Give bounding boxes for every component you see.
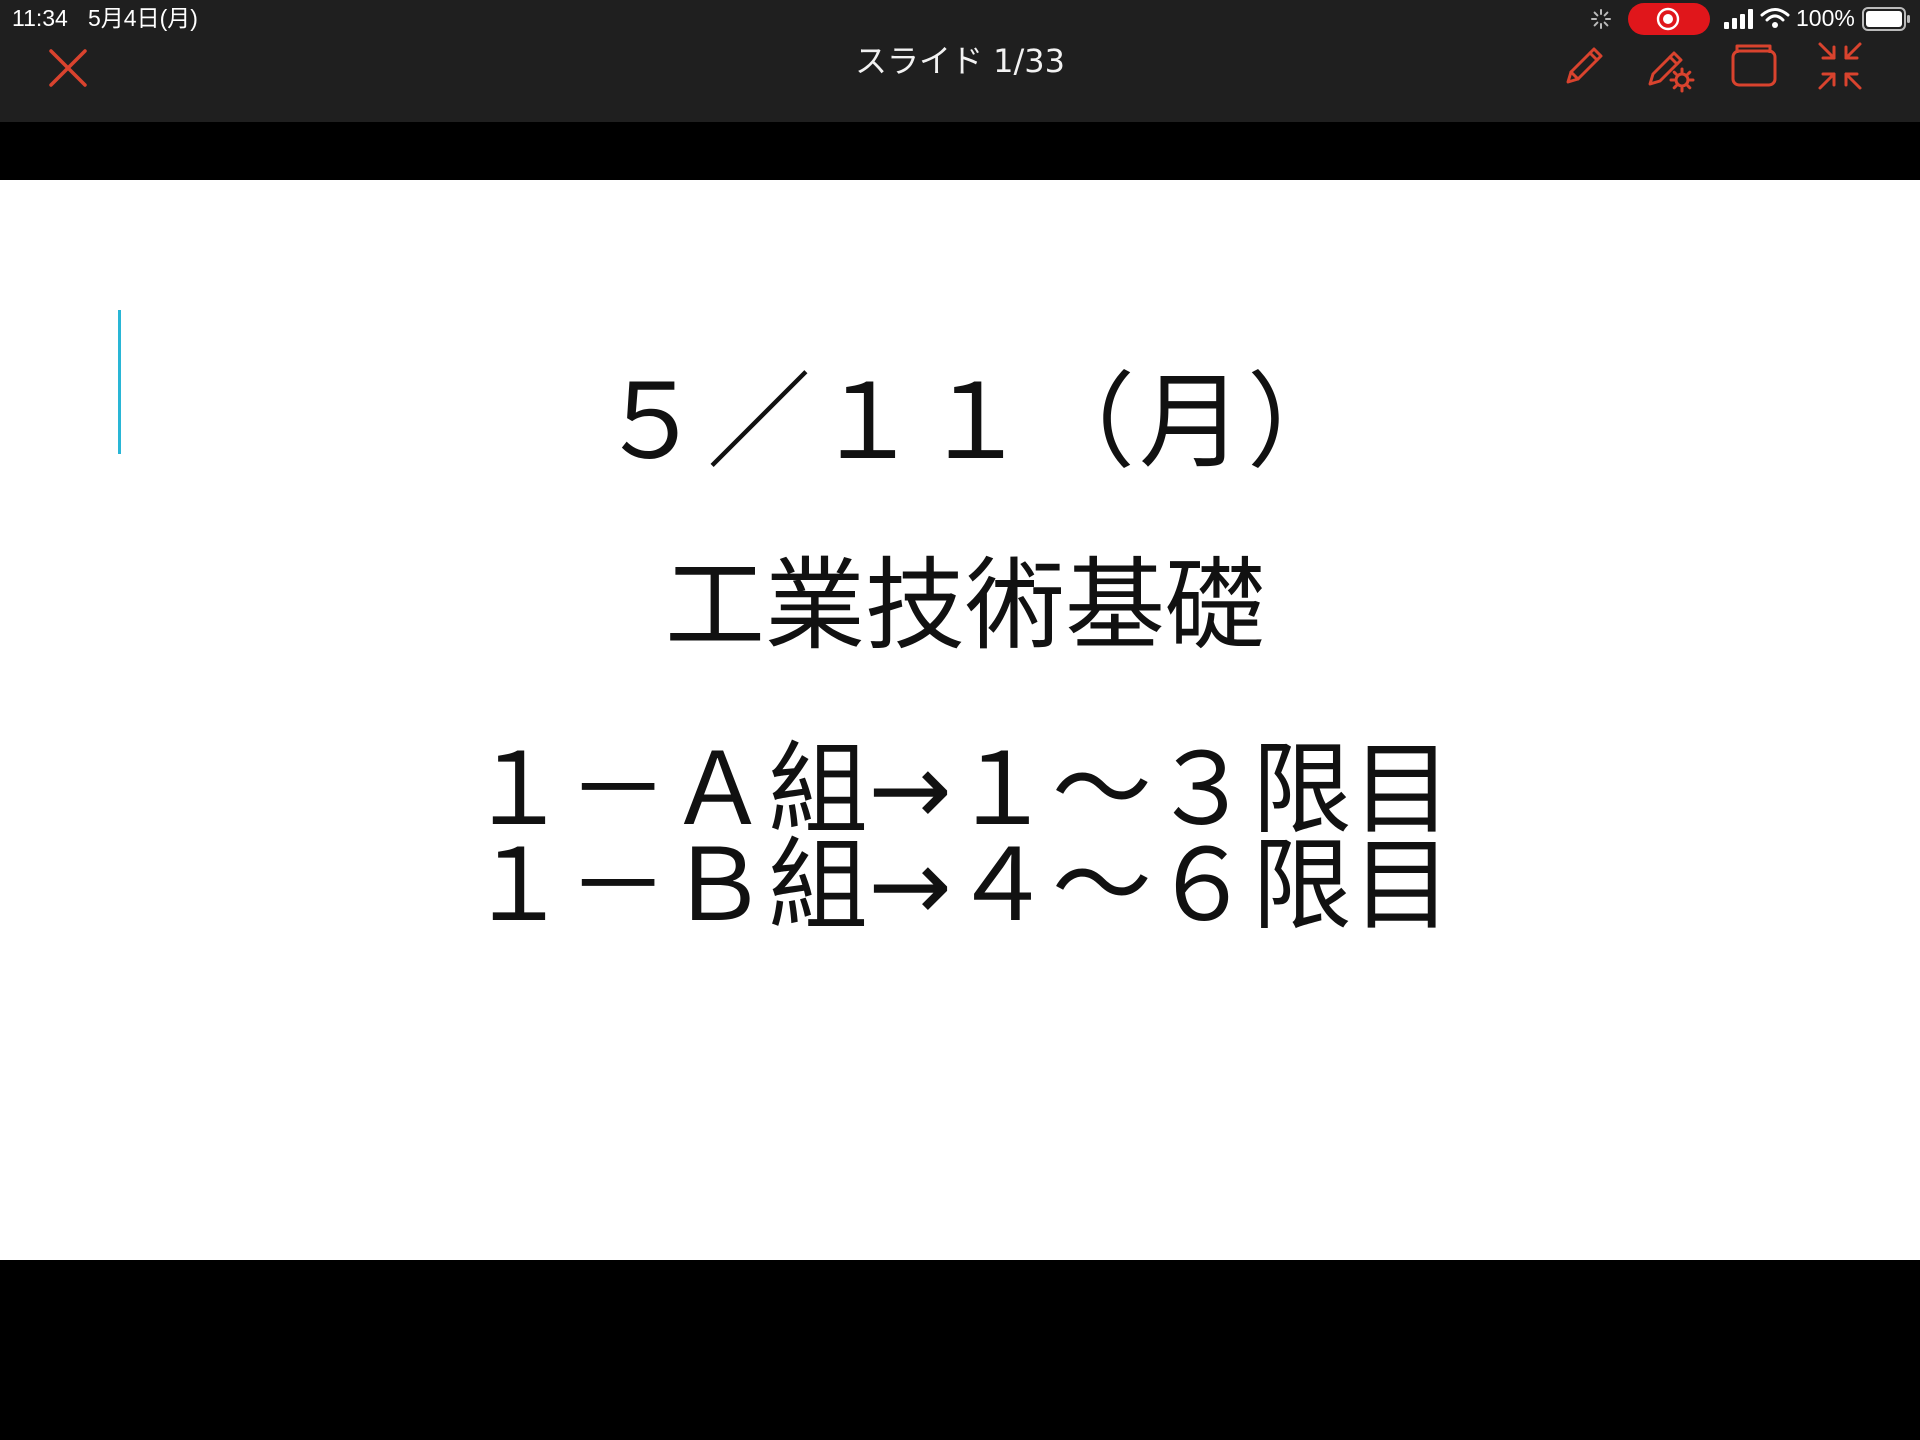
status-date: 5月4日(月) xyxy=(88,5,198,31)
battery-icon xyxy=(1862,7,1910,31)
window-button[interactable] xyxy=(1724,36,1784,96)
screen-recording-indicator[interactable] xyxy=(1628,3,1710,35)
pen-button[interactable] xyxy=(1554,36,1614,96)
status-time: 11:34 xyxy=(12,5,68,31)
activity-spinner-icon xyxy=(1591,9,1611,29)
slide-canvas[interactable]: ５／１１（月） 工業技術基礎 １－Ａ組→１～３限目 １－Ｂ組→４～６限目 xyxy=(0,180,1920,1260)
pencil-gear-icon xyxy=(1648,51,1695,93)
status-bar: 11:34 5月4日(月) 100% xyxy=(0,0,1920,36)
top-bar: 11:34 5月4日(月) 100% スライド 1/33 xyxy=(0,0,1920,122)
slide-counter: スライド 1/33 xyxy=(854,42,1066,80)
slide-subject-title: 工業技術基礎 xyxy=(665,547,1265,664)
wifi-icon xyxy=(1760,8,1790,28)
record-icon xyxy=(1656,7,1680,31)
slide-date-heading: ５／１１（月） xyxy=(598,361,1355,483)
cellular-signal-icon xyxy=(1724,9,1753,29)
battery-percent: 100% xyxy=(1796,5,1855,31)
slide-schedule-group-b: １－Ｂ組→４～６限目 xyxy=(468,827,1452,944)
slide-schedule-group-a: １－Ａ組→１～３限目 xyxy=(468,731,1452,848)
shrink-icon xyxy=(1818,42,1862,90)
close-icon xyxy=(49,49,87,87)
slideshow-toolbar: スライド 1/33 xyxy=(0,36,1920,122)
exit-fullscreen-button[interactable] xyxy=(1810,36,1870,96)
pencil-icon xyxy=(1566,47,1603,84)
close-button[interactable] xyxy=(42,42,94,94)
pen-settings-button[interactable] xyxy=(1640,36,1700,96)
presentation-screen: 11:34 5月4日(月) 100% スライド 1/33 ５／１１（月） 工業技… xyxy=(0,0,1920,1440)
window-icon xyxy=(1731,44,1777,87)
